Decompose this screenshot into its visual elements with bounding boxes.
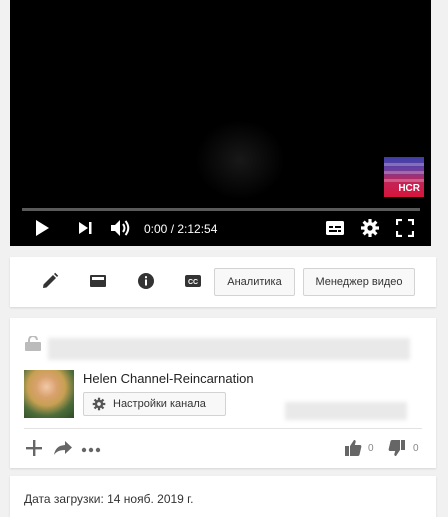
edit-button[interactable] (38, 270, 62, 294)
share-icon (53, 440, 73, 459)
progress-bar[interactable] (22, 208, 420, 211)
details-card: Дата загрузки: 14 нояб. 2019 г. (10, 476, 436, 517)
thumbs-down-icon (388, 439, 406, 460)
settings-gear-icon (360, 218, 380, 241)
subtitles-icon (325, 220, 345, 239)
gear-icon (92, 397, 106, 411)
volume-icon (110, 218, 132, 241)
channel-settings-label: Настройки канала (113, 398, 206, 410)
info-button[interactable] (134, 270, 158, 294)
thumbs-up-icon (344, 439, 362, 460)
redacted-views (285, 402, 407, 420)
add-icon (25, 439, 43, 460)
next-icon (77, 220, 93, 239)
more-icon (81, 442, 101, 456)
card-icon (89, 274, 107, 291)
upload-date: Дата загрузки: 14 нояб. 2019 г. (24, 492, 194, 506)
add-to-button[interactable] (22, 437, 46, 461)
avatar[interactable] (24, 370, 74, 418)
play-icon (34, 219, 50, 240)
divider (24, 428, 422, 429)
svg-text:CC: CC (188, 279, 198, 286)
cc-icon: CC (184, 274, 202, 291)
redacted-title (48, 338, 410, 360)
dislike-button[interactable] (385, 437, 409, 461)
like-count: 0 (368, 443, 374, 454)
fullscreen-icon (395, 218, 415, 240)
more-button[interactable] (79, 437, 103, 461)
next-button[interactable] (77, 218, 93, 240)
play-button[interactable] (34, 218, 50, 240)
captions-button[interactable]: CC (181, 270, 205, 294)
edit-pencil-icon (41, 272, 59, 293)
channel-watermark-logo[interactable]: HCR (384, 157, 424, 197)
video-info-card: Helen Channel-Reincarnation Настройки ка… (10, 318, 436, 468)
watermark-text: HCR (398, 183, 420, 194)
channel-settings-button[interactable]: Настройки канала (83, 392, 226, 416)
time-display: 0:00 / 2:12:54 (144, 222, 218, 236)
dislike-count: 0 (413, 443, 419, 454)
like-button[interactable] (341, 437, 365, 461)
channel-name[interactable]: Helen Channel-Reincarnation (83, 371, 254, 386)
volume-button[interactable] (110, 218, 132, 240)
subtitles-button[interactable] (325, 218, 345, 240)
fullscreen-button[interactable] (395, 218, 415, 240)
video-manager-button[interactable]: Менеджер видео (303, 268, 415, 296)
info-icon (137, 272, 155, 293)
cards-button[interactable] (86, 270, 110, 294)
settings-button[interactable] (360, 218, 380, 240)
analytics-button[interactable]: Аналитика (214, 268, 295, 296)
editor-toolbar: CC Аналитика Менеджер видео (10, 257, 436, 307)
share-button[interactable] (51, 437, 75, 461)
video-frame (195, 120, 285, 200)
video-player[interactable]: HCR 0:00 / 2:12:54 (10, 0, 431, 246)
lock-icon (24, 335, 42, 355)
